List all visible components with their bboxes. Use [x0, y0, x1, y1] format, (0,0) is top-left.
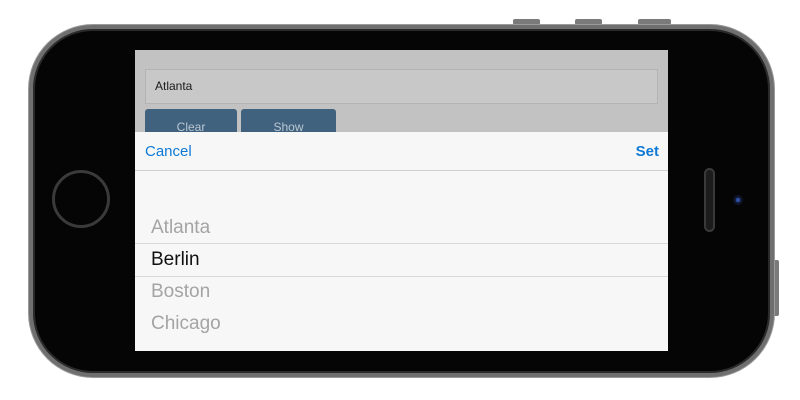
front-camera-icon	[733, 195, 743, 205]
earpiece-speaker	[704, 168, 715, 232]
picker-item-boston[interactable]: Boston	[151, 281, 210, 303]
home-button	[52, 170, 110, 228]
set-button[interactable]: Set	[636, 143, 659, 160]
picker-item-atlanta[interactable]: Atlanta	[151, 217, 210, 239]
city-picker-sheet: Cancel Set Atlanta Berlin Boston Chicago	[135, 132, 668, 351]
selection-bottom-divider	[135, 276, 668, 277]
picker-header: Cancel Set	[135, 132, 668, 171]
cancel-button[interactable]: Cancel	[145, 143, 192, 160]
picker-item-berlin[interactable]: Berlin	[151, 249, 200, 271]
selection-top-divider	[135, 243, 668, 244]
phone-screen: Atlanta Clear Show Cancel Set Atlanta Be…	[135, 50, 668, 351]
city-input[interactable]: Atlanta	[145, 69, 658, 104]
picker-item-chicago[interactable]: Chicago	[151, 313, 221, 335]
city-picker-wheel[interactable]: Atlanta Berlin Boston Chicago	[135, 171, 668, 351]
